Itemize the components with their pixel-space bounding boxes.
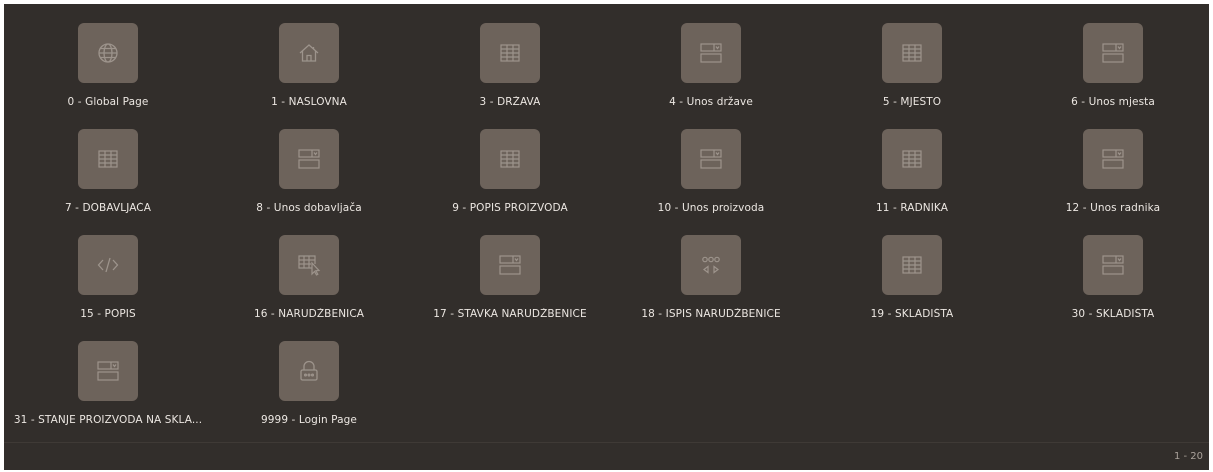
gallery-footer: 1 - 20	[4, 442, 1209, 470]
code-icon	[78, 235, 138, 295]
page-tile-label: 7 - DOBAVLJAČA	[64, 202, 152, 214]
page-tile-label: 1 - NASLOVNA	[271, 96, 347, 108]
interactive-grid-icon	[279, 235, 339, 295]
page-tile-label: 10 - Unos proizvoda	[657, 202, 765, 214]
table-grid-icon	[882, 235, 942, 295]
page-tile-label: 9999 - Login Page	[261, 414, 357, 426]
page-tile[interactable]: 10 - Unos proizvoda	[612, 129, 810, 235]
form-icon	[78, 341, 138, 401]
carousel-icon	[681, 235, 741, 295]
lock-icon	[279, 341, 339, 401]
page-tile-label: 6 - Unos mjesta	[1071, 96, 1155, 108]
form-icon	[480, 235, 540, 295]
page-tile[interactable]: 5 - MJESTO	[813, 23, 1011, 129]
page-tile[interactable]: 30 - SKLADIŠTA	[1014, 235, 1212, 341]
page-tile-label: 0 - Global Page	[67, 96, 149, 108]
page-tile[interactable]: 7 - DOBAVLJAČA	[9, 129, 207, 235]
page-tile-label: 12 - Unos radnika	[1065, 202, 1161, 214]
page-tile[interactable]: 11 - RADNIKA	[813, 129, 1011, 235]
page-tile-label: 4 - Unos države	[669, 96, 753, 108]
form-icon	[1083, 235, 1143, 295]
page-tile-label: 8 - Unos dobavljača	[256, 202, 362, 214]
page-grid: 0 - Global Page 1 - NASLOVNA 3 - DRŽAVA 4 -…	[4, 4, 1209, 441]
page-tile[interactable]: 4 - Unos države	[612, 23, 810, 129]
table-grid-icon	[882, 23, 942, 83]
globe-icon	[78, 23, 138, 83]
page-tile-label: 3 - DRŽAVA	[479, 96, 541, 108]
home-icon	[279, 23, 339, 83]
form-icon	[1083, 129, 1143, 189]
page-tile[interactable]: 6 - Unos mjesta	[1014, 23, 1212, 129]
form-icon	[279, 129, 339, 189]
table-grid-icon	[882, 129, 942, 189]
page-tile[interactable]: 9999 - Login Page	[210, 341, 408, 447]
page-tile[interactable]: 0 - Global Page	[9, 23, 207, 129]
page-tile-label: 17 - STAVKA NARUDŽBENICE	[433, 308, 587, 320]
page-tile[interactable]: 12 - Unos radnika	[1014, 129, 1212, 235]
page-tile[interactable]: 17 - STAVKA NARUDŽBENICE	[411, 235, 609, 341]
form-icon	[681, 129, 741, 189]
page-tile[interactable]: 1 - NASLOVNA	[210, 23, 408, 129]
page-tile-label: 11 - RADNIKA	[876, 202, 948, 214]
page-tile[interactable]: 19 - SKLADIŠTA	[813, 235, 1011, 341]
page-tile-label: 18 - ISPIS NARUDŽBENICE	[641, 308, 781, 320]
page-tile-label: 5 - MJESTO	[882, 96, 942, 108]
table-grid-icon	[480, 129, 540, 189]
table-grid-icon	[480, 23, 540, 83]
page-tile[interactable]: 3 - DRŽAVA	[411, 23, 609, 129]
page-tile-label: 15 - POPIS	[80, 308, 136, 320]
page-tile-label: 31 - STANJE PROIZVODA NA SKLA...	[13, 414, 203, 426]
page-tile-label: 9 - POPIS PROIZVODA	[452, 202, 568, 214]
page-tile-label: 16 - NARUDŽBENICA	[253, 308, 365, 320]
page-tile-label: 19 - SKLADIŠTA	[870, 308, 954, 320]
page-tile[interactable]: 8 - Unos dobavljača	[210, 129, 408, 235]
page-tile[interactable]: 31 - STANJE PROIZVODA NA SKLA...	[9, 341, 207, 447]
form-icon	[681, 23, 741, 83]
form-icon	[1083, 23, 1143, 83]
page-tile[interactable]: 18 - ISPIS NARUDŽBENICE	[612, 235, 810, 341]
page-gallery: 0 - Global Page 1 - NASLOVNA 3 - DRŽAVA 4 -…	[4, 4, 1209, 470]
pagination-range: 1 - 20	[1173, 451, 1203, 462]
page-tile-label: 30 - SKLADIŠTA	[1071, 308, 1155, 320]
table-grid-icon	[78, 129, 138, 189]
page-tile[interactable]: 16 - NARUDŽBENICA	[210, 235, 408, 341]
page-tile[interactable]: 9 - POPIS PROIZVODA	[411, 129, 609, 235]
page-tile[interactable]: 15 - POPIS	[9, 235, 207, 341]
